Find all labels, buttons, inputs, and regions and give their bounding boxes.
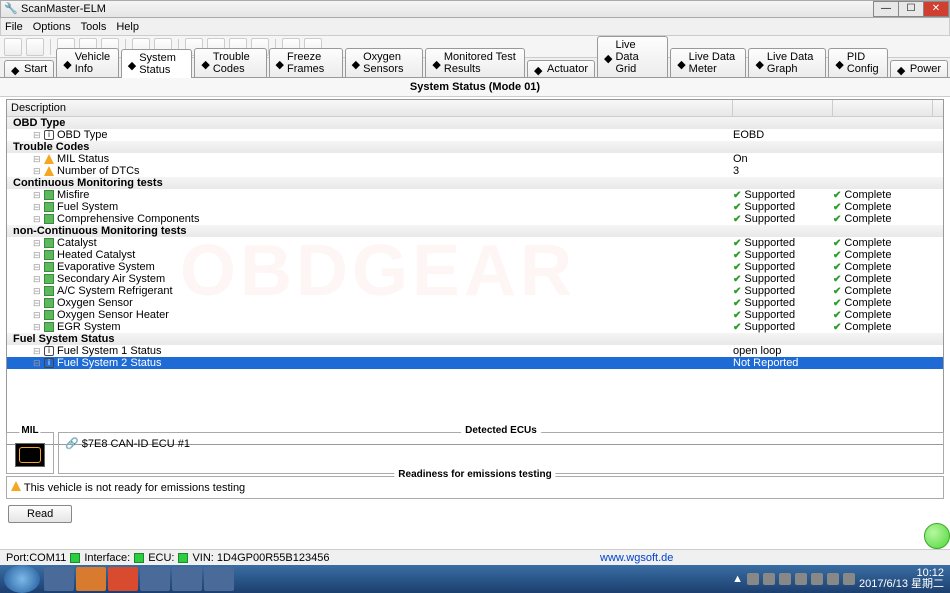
ecu-led-icon: [178, 553, 188, 563]
status-row[interactable]: ⊟ Number of DTCs3: [7, 165, 943, 177]
toolbar-button[interactable]: [26, 38, 44, 56]
tray-icon[interactable]: [795, 573, 807, 585]
status-vin: VIN: 1D4GP00R55B123456: [192, 552, 329, 564]
tray-icon[interactable]: [827, 573, 839, 585]
status-url[interactable]: www.wgsoft.de: [600, 552, 673, 564]
group-header[interactable]: Continuous Monitoring tests: [7, 177, 943, 189]
tab-actuator[interactable]: ◆Actuator: [527, 60, 595, 77]
status-grid: Description OBD Type⊟i OBD TypeEOBDTroub…: [6, 99, 944, 445]
tray-icon[interactable]: [779, 573, 791, 585]
tab-system-status[interactable]: ◆System Status: [121, 49, 193, 78]
taskbar-item[interactable]: [76, 567, 106, 591]
menu-options[interactable]: Options: [33, 21, 71, 33]
status-row[interactable]: ⊟ Heated Catalyst✔ Supported✔ Complete: [7, 249, 943, 261]
tray-icon[interactable]: [843, 573, 855, 585]
taskbar-item[interactable]: [140, 567, 170, 591]
tray-icon[interactable]: [763, 573, 775, 585]
menu-file[interactable]: File: [5, 21, 23, 33]
status-row[interactable]: ⊟ MIL StatusOn: [7, 153, 943, 165]
tab-monitored-test-results[interactable]: ◆Monitored Test Results: [425, 48, 525, 77]
group-header[interactable]: Fuel System Status: [7, 333, 943, 345]
mil-panel: MIL: [6, 432, 54, 474]
column-supported[interactable]: [733, 100, 833, 116]
app-icon: 🔧: [4, 2, 18, 16]
readiness-panel: Readiness for emissions testing This veh…: [6, 476, 944, 499]
maximize-button[interactable]: ☐: [898, 1, 924, 17]
close-button[interactable]: ✕: [923, 1, 949, 17]
panel-title: System Status (Mode 01): [0, 78, 950, 97]
warning-icon: [11, 481, 21, 491]
tab-freeze-frames[interactable]: ◆Freeze Frames: [269, 48, 343, 77]
menubar: File Options Tools Help: [0, 18, 950, 36]
start-button[interactable]: [4, 565, 40, 593]
port-led-icon: [70, 553, 80, 563]
status-interface-label: Interface:: [84, 552, 130, 564]
readiness-title: Readiness for emissions testing: [394, 469, 555, 480]
window-titlebar: 🔧 ScanMaster-ELM — ☐ ✕: [0, 0, 950, 18]
tab-vehicle-info[interactable]: ◆Vehicle Info: [56, 48, 118, 77]
column-description[interactable]: Description: [7, 100, 733, 116]
tab-live-data-grid[interactable]: ◆Live Data Grid: [597, 36, 668, 77]
tab-oxygen-sensors[interactable]: ◆Oxygen Sensors: [345, 48, 424, 77]
status-row[interactable]: ⊟ Evaporative System✔ Supported✔ Complet…: [7, 261, 943, 273]
tray-icon[interactable]: [811, 573, 823, 585]
tab-trouble-codes[interactable]: ◆Trouble Codes: [194, 48, 266, 77]
taskbar-item[interactable]: [204, 567, 234, 591]
status-row[interactable]: ⊟ Catalyst✔ Supported✔ Complete: [7, 237, 943, 249]
taskbar-item[interactable]: [44, 567, 74, 591]
status-row[interactable]: ⊟ Misfire✔ Supported✔ Complete: [7, 189, 943, 201]
menu-tools[interactable]: Tools: [81, 21, 107, 33]
status-row[interactable]: ⊟ A/C System Refrigerant✔ Supported✔ Com…: [7, 285, 943, 297]
column-complete[interactable]: [833, 100, 933, 116]
status-row[interactable]: ⊟ Fuel System✔ Supported✔ Complete: [7, 201, 943, 213]
detected-ecus-panel: Detected ECUs 🔗 $7E8 CAN-ID ECU #1: [58, 432, 944, 474]
status-row[interactable]: ⊟i Fuel System 2 StatusNot Reported: [7, 357, 943, 369]
status-row[interactable]: ⊟ Secondary Air System✔ Supported✔ Compl…: [7, 273, 943, 285]
status-ecu-label: ECU:: [148, 552, 174, 564]
group-header[interactable]: non-Continuous Monitoring tests: [7, 225, 943, 237]
taskbar: ▲ 10:122017/6/13 星期二: [0, 565, 950, 593]
taskbar-item[interactable]: [108, 567, 138, 591]
tabbar: ◆Start◆Vehicle Info◆System Status◆Troubl…: [0, 58, 950, 78]
ecus-title: Detected ECUs: [461, 425, 541, 436]
toolbar-button[interactable]: [4, 38, 22, 56]
floating-action-icon[interactable]: [924, 523, 950, 549]
tray-chevron-icon[interactable]: ▲: [732, 573, 743, 585]
readiness-message: This vehicle is not ready for emissions …: [24, 482, 245, 494]
interface-led-icon: [134, 553, 144, 563]
tab-pid-config[interactable]: ◆PID Config: [828, 48, 887, 77]
tray-icon[interactable]: [747, 573, 759, 585]
status-row[interactable]: ⊟ Oxygen Sensor Heater✔ Supported✔ Compl…: [7, 309, 943, 321]
tab-power[interactable]: ◆Power: [890, 60, 948, 77]
group-header[interactable]: Trouble Codes: [7, 141, 943, 153]
system-clock[interactable]: 10:122017/6/13 星期二: [859, 568, 944, 590]
tab-start[interactable]: ◆Start: [4, 60, 54, 77]
status-port-label: Port:: [6, 552, 29, 564]
read-button[interactable]: Read: [8, 505, 72, 523]
mil-icon: [15, 443, 45, 467]
taskbar-item[interactable]: [172, 567, 202, 591]
status-row[interactable]: ⊟ Comprehensive Components✔ Supported✔ C…: [7, 213, 943, 225]
group-header[interactable]: OBD Type: [7, 117, 943, 129]
menu-help[interactable]: Help: [116, 21, 139, 33]
status-row[interactable]: ⊟ Oxygen Sensor✔ Supported✔ Complete: [7, 297, 943, 309]
ecu-row[interactable]: 🔗 $7E8 CAN-ID ECU #1: [65, 437, 937, 450]
tab-live-data-meter[interactable]: ◆Live Data Meter: [670, 48, 746, 77]
status-row[interactable]: ⊟i Fuel System 1 Statusopen loop: [7, 345, 943, 357]
minimize-button[interactable]: —: [873, 1, 899, 17]
status-row[interactable]: ⊟ EGR System✔ Supported✔ Complete: [7, 321, 943, 333]
status-row[interactable]: ⊟i OBD TypeEOBD: [7, 129, 943, 141]
window-title: ScanMaster-ELM: [21, 3, 874, 15]
status-port-value: COM11: [29, 552, 66, 564]
mil-label: MIL: [19, 425, 40, 436]
tab-live-data-graph[interactable]: ◆Live Data Graph: [748, 48, 826, 77]
statusbar: Port: COM11 Interface: ECU: VIN: 1D4GP00…: [0, 549, 950, 565]
